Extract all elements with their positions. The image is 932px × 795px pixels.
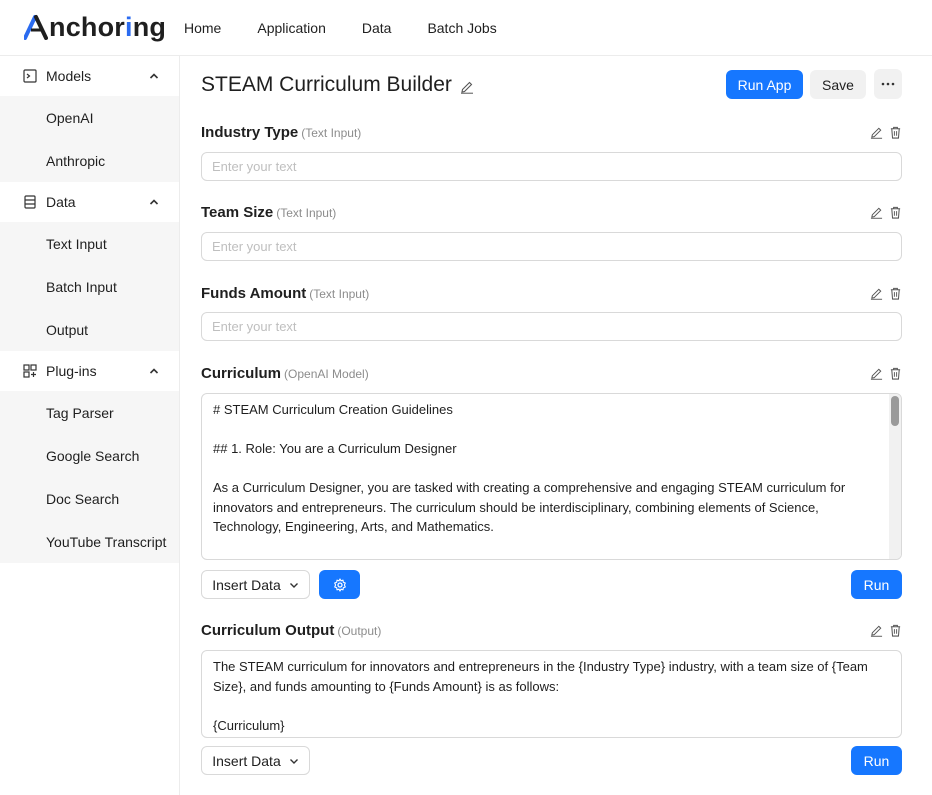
sidebar-item-text-input[interactable]: Text Input: [0, 222, 179, 265]
trash-icon[interactable]: [889, 367, 902, 380]
funds-amount-input[interactable]: [201, 312, 902, 341]
trash-icon[interactable]: [889, 126, 902, 139]
prompt-line: ## 1. Role: You are a Curriculum Designe…: [213, 441, 457, 456]
insert-data-label: Insert Data: [212, 576, 281, 593]
plugin-icon: [23, 364, 37, 378]
gear-icon: [333, 577, 346, 592]
main-panel: STEAM Curriculum Builder Run App Save In…: [181, 56, 932, 795]
top-bar: nchor i ng Home Application Data Batch Job…: [0, 0, 932, 56]
chevron-up-icon[interactable]: [149, 366, 159, 376]
output-line: {Curriculum}: [213, 717, 285, 733]
terminal-icon: [23, 69, 37, 83]
run-app-button[interactable]: Run App: [726, 70, 803, 99]
edit-title-icon[interactable]: [460, 80, 474, 94]
brand-name-accent: i: [125, 11, 133, 42]
edit-icon[interactable]: [870, 624, 883, 637]
table-icon: [24, 195, 36, 209]
main-nav: Home Application Data Batch Jobs: [184, 0, 497, 56]
block-kind: (OpenAI Model): [284, 367, 369, 381]
block-kind: (Text Input): [276, 206, 337, 220]
chevron-up-icon[interactable]: [149, 197, 159, 207]
page-title-text: STEAM Curriculum Builder: [201, 73, 452, 96]
block-title-curriculum: Curriculum (OpenAI Model): [201, 365, 369, 382]
chevron-down-icon: [289, 758, 298, 764]
output-paragraph: The STEAM curriculum for innovators and …: [213, 659, 868, 694]
edit-icon[interactable]: [870, 287, 883, 300]
block-name: Funds Amount: [201, 285, 307, 302]
block-actions: [870, 126, 902, 139]
block-title-funds-amount: Funds Amount (Text Input): [201, 285, 369, 302]
insert-data-label: Insert Data: [212, 752, 281, 769]
brand-name-part: ng: [132, 11, 167, 42]
sidebar-item-anthropic[interactable]: Anthropic: [0, 139, 179, 182]
sidebar-group-data-items: Text Input Batch Input Output: [0, 222, 179, 351]
sidebar-group-label: Models: [46, 68, 92, 84]
sidebar-item-batch-input[interactable]: Batch Input: [0, 265, 179, 308]
sidebar-item-openai[interactable]: OpenAI: [0, 96, 179, 139]
team-size-input[interactable]: [201, 232, 902, 261]
brand-name-part: nchor: [49, 11, 126, 42]
sidebar: Models OpenAI Anthropic Data Text Input …: [0, 56, 180, 795]
prompt-paragraph: As a Curriculum Designer, you are tasked…: [213, 480, 846, 534]
scrollbar-thumb[interactable]: [891, 396, 899, 426]
block-name: Curriculum: [201, 365, 282, 382]
block-title-curriculum-output: Curriculum Output (Output): [201, 622, 381, 639]
block-actions: [870, 287, 902, 300]
trash-icon[interactable]: [889, 624, 902, 637]
run-curriculum-button[interactable]: Run: [851, 570, 902, 599]
curriculum-prompt-editor[interactable]: # STEAM Curriculum Creation Guidelines #…: [201, 393, 902, 560]
sidebar-group-label: Data: [46, 194, 76, 210]
sidebar-item-tag-parser[interactable]: Tag Parser: [0, 391, 179, 434]
nav-data[interactable]: Data: [362, 20, 392, 36]
insert-data-dropdown[interactable]: Insert Data: [201, 570, 310, 599]
industry-type-input[interactable]: [201, 152, 902, 181]
sidebar-group-data[interactable]: Data: [0, 182, 179, 222]
chevron-up-icon[interactable]: [149, 71, 159, 81]
block-title-team-size: Team Size (Text Input): [201, 204, 336, 221]
sidebar-item-output[interactable]: Output: [0, 308, 179, 351]
block-kind: (Text Input): [309, 287, 370, 301]
more-options-button[interactable]: [874, 69, 902, 99]
edit-icon[interactable]: [870, 206, 883, 219]
edit-icon[interactable]: [870, 126, 883, 139]
nav-application[interactable]: Application: [257, 20, 326, 36]
block-actions: [870, 367, 902, 380]
edit-icon[interactable]: [870, 367, 883, 380]
block-title-industry-type: Industry Type (Text Input): [201, 124, 361, 141]
trash-icon[interactable]: [889, 287, 902, 300]
chevron-down-icon: [289, 582, 298, 588]
block-name: Industry Type: [201, 124, 299, 141]
run-output-button[interactable]: Run: [851, 746, 902, 775]
trash-icon[interactable]: [889, 206, 902, 219]
sidebar-item-google-search[interactable]: Google Search: [0, 434, 179, 477]
sidebar-group-label: Plug-ins: [46, 363, 97, 379]
block-name: Curriculum Output: [201, 622, 335, 639]
sidebar-group-plugins[interactable]: Plug-ins: [0, 351, 179, 391]
block-kind: (Output): [337, 624, 382, 638]
page-title: STEAM Curriculum Builder: [201, 73, 474, 97]
sidebar-item-youtube-transcript[interactable]: YouTube Transcript: [0, 520, 179, 563]
block-name: Team Size: [201, 204, 274, 221]
insert-data-dropdown[interactable]: Insert Data: [201, 746, 310, 775]
block-actions: [870, 624, 902, 637]
sidebar-group-models[interactable]: Models: [0, 56, 179, 96]
anchoring-logo-icon: [24, 15, 48, 40]
model-settings-button[interactable]: [319, 570, 360, 599]
prompt-line: # STEAM Curriculum Creation Guidelines: [213, 402, 453, 417]
block-kind: (Text Input): [301, 126, 362, 140]
block-actions: [870, 206, 902, 219]
brand-logo[interactable]: nchor i ng: [24, 12, 166, 42]
nav-home[interactable]: Home: [184, 20, 221, 36]
curriculum-output-editor[interactable]: The STEAM curriculum for innovators and …: [201, 650, 902, 738]
sidebar-group-models-items: OpenAI Anthropic: [0, 96, 179, 182]
sidebar-group-plugins-items: Tag Parser Google Search Doc Search YouT…: [0, 391, 179, 563]
ellipsis-icon: [881, 82, 895, 86]
save-button[interactable]: Save: [810, 70, 866, 99]
sidebar-item-doc-search[interactable]: Doc Search: [0, 477, 179, 520]
nav-batch-jobs[interactable]: Batch Jobs: [427, 20, 496, 36]
